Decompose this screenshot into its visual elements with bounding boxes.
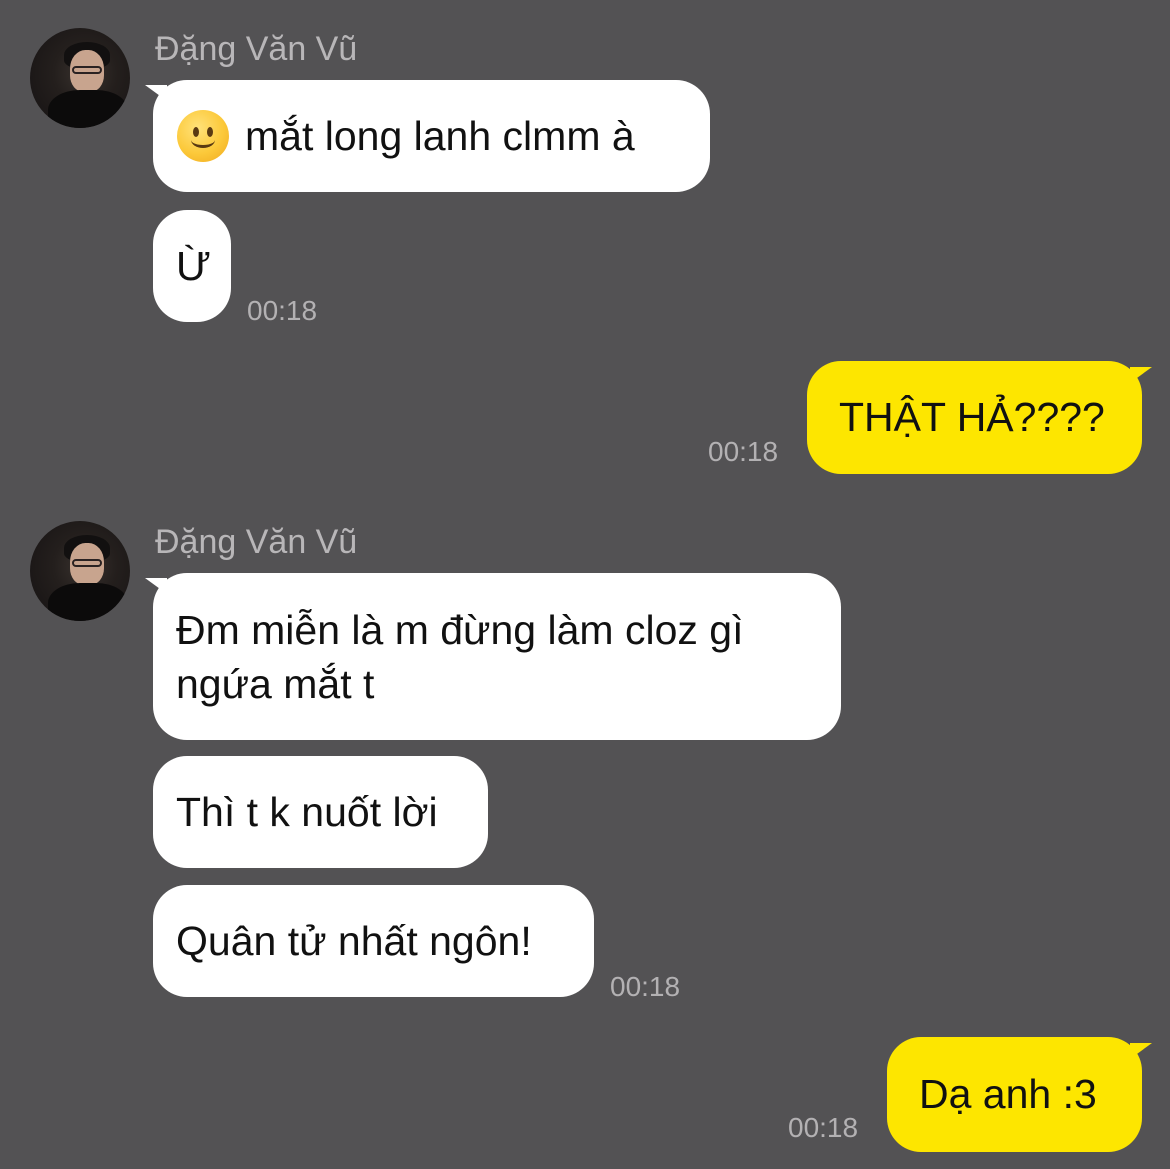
message-bubble-incoming[interactable]: Đm miễn là m đừng làm cloz gì ngứa mắt t (153, 573, 841, 740)
message-text: Dạ anh :3 (919, 1071, 1097, 1117)
message-text: THẬT HẢ???? (839, 394, 1105, 440)
message-timestamp: 00:18 (708, 436, 779, 467)
contact-avatar[interactable] (30, 28, 130, 128)
message-bubble-outgoing[interactable]: Dạ anh :3 (887, 1037, 1142, 1152)
message-timestamp: 00:18 (610, 971, 681, 1002)
message-timestamp: 00:18 (247, 295, 318, 326)
message-text: Quân tử nhất ngôn! (176, 918, 532, 964)
sender-name: Đặng Văn Vũ (155, 523, 358, 561)
contact-avatar[interactable] (30, 521, 130, 621)
message-text: Ừ (176, 243, 212, 289)
message-bubble-outgoing[interactable]: THẬT HẢ???? (807, 361, 1142, 474)
message-bubble-incoming[interactable]: Ừ (153, 210, 231, 322)
message-timestamp: 00:18 (788, 1112, 859, 1143)
message-text: Đm miễn là m đừng làm cloz gì ngứa mắt t (176, 607, 744, 707)
message-bubble-incoming[interactable]: mắt long lanh clmm à (153, 80, 710, 192)
message-bubble-incoming[interactable]: Thì t k nuốt lời (153, 756, 488, 868)
message-bubble-incoming[interactable]: Quân tử nhất ngôn! (153, 885, 594, 997)
slightly-smiling-face-icon (177, 110, 229, 163)
sender-name: Đặng Văn Vũ (155, 30, 358, 68)
message-text: mắt long lanh clmm à (245, 113, 635, 159)
message-text: Thì t k nuốt lời (176, 789, 438, 835)
